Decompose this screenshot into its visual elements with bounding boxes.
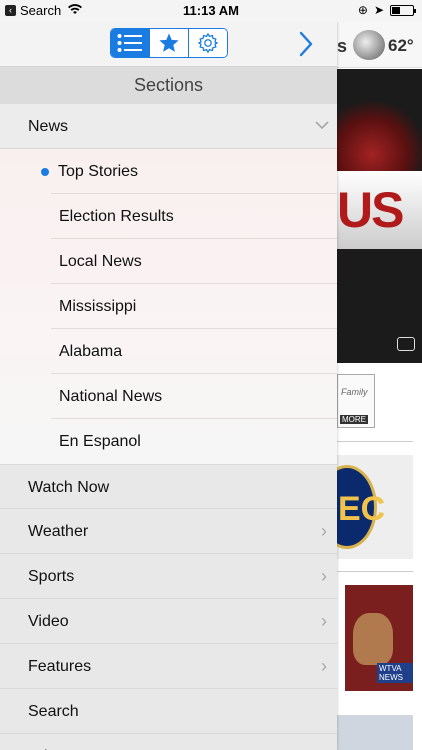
menu-item-video[interactable]: Video › — [0, 599, 337, 644]
submenu-item-label: Election Results — [59, 208, 174, 225]
video-icon — [397, 337, 415, 351]
hero-video-thumbnail[interactable]: US — [337, 69, 422, 363]
chevron-right-icon: › — [321, 656, 327, 676]
menu-item-weather[interactable]: Weather › — [0, 509, 337, 554]
menu-item-label: Weather — [28, 523, 89, 540]
chevron-down-icon — [315, 121, 329, 130]
header-title-fragment: s — [337, 36, 348, 56]
menu-item-features[interactable]: Features › — [0, 644, 337, 689]
temperature: 62° — [388, 36, 414, 55]
side-menu: Sections News Top Stories Election Resul… — [0, 22, 337, 750]
submenu-item-top-stories[interactable]: Top Stories — [0, 149, 337, 194]
background-header: s 62° — [337, 22, 422, 68]
hero-headline-fragment: US — [337, 182, 404, 238]
submenu-item-alabama[interactable]: Alabama — [51, 329, 337, 374]
submenu-item-label: En Espanol — [59, 433, 141, 450]
orientation-lock-icon: ⊕ — [357, 3, 368, 17]
news-submenu: Top Stories Election Results Local News … — [0, 149, 337, 464]
submenu-item-local-news[interactable]: Local News — [51, 239, 337, 284]
menu-item-sports[interactable]: Sports › — [0, 554, 337, 599]
submenu-item-label: Mississippi — [59, 298, 137, 315]
menu-segmented-control — [110, 28, 228, 58]
submenu-item-election-results[interactable]: Election Results — [51, 194, 337, 239]
menu-item-label: Search — [28, 703, 79, 720]
menu-item-label: Video — [28, 613, 69, 630]
submenu-item-label: Local News — [59, 253, 142, 270]
status-bar: ‹ Search 11:13 AM ⊕ ➤ — [0, 0, 422, 22]
selected-indicator — [41, 168, 49, 176]
location-icon: ➤ — [373, 3, 384, 17]
submenu-item-en-espanol[interactable]: En Espanol — [51, 419, 337, 464]
tab-sections[interactable] — [111, 29, 150, 57]
weather-moon-icon — [353, 30, 385, 60]
battery-icon — [390, 4, 416, 16]
menu-toolbar — [0, 22, 337, 67]
promo-text: Family — [341, 387, 368, 397]
menu-item-label: Features — [28, 658, 92, 675]
sports-thumbnail[interactable]: EC — [337, 455, 413, 559]
menu-item-privacy[interactable]: Privacy — [0, 734, 337, 750]
promo-thumbnail[interactable]: Family MORE — [337, 374, 375, 428]
menu-item-label: News — [28, 118, 69, 135]
sec-logo: EC — [337, 465, 385, 549]
close-menu-chevron-icon[interactable] — [296, 30, 316, 58]
chevron-right-icon: › — [321, 566, 327, 586]
submenu-item-mississippi[interactable]: Mississippi — [51, 284, 337, 329]
menu-item-search[interactable]: Search — [0, 689, 337, 734]
tab-favorites[interactable] — [150, 29, 189, 57]
story-thumbnail[interactable] — [337, 715, 413, 750]
dog-image — [353, 613, 393, 665]
news-tag: WTVA NEWS — [377, 663, 413, 683]
chevron-right-icon: › — [321, 611, 327, 631]
submenu-item-label: Alabama — [59, 343, 123, 360]
menu-item-label: Sports — [28, 568, 75, 585]
submenu-item-label: National News — [59, 388, 163, 405]
gear-icon — [198, 33, 218, 53]
star-icon — [159, 33, 179, 52]
menu-item-label: Privacy — [28, 734, 80, 750]
submenu-item-national-news[interactable]: National News — [51, 374, 337, 419]
divider — [337, 441, 413, 442]
menu-item-news[interactable]: News — [0, 104, 337, 149]
menu-item-label: Watch Now — [28, 479, 110, 496]
menu-item-watch-now[interactable]: Watch Now — [0, 464, 337, 509]
chevron-right-icon: › — [321, 521, 327, 541]
sections-heading: Sections — [0, 67, 337, 104]
list-icon — [117, 34, 142, 52]
tab-settings[interactable] — [189, 29, 227, 57]
background-app: s 62° US Family MORE EC WTVA NEWS — [337, 22, 422, 750]
submenu-item-label: Top Stories — [58, 163, 139, 180]
promo-more-label: MORE — [340, 415, 368, 424]
story-thumbnail[interactable]: WTVA NEWS — [345, 585, 413, 691]
divider — [337, 571, 413, 572]
